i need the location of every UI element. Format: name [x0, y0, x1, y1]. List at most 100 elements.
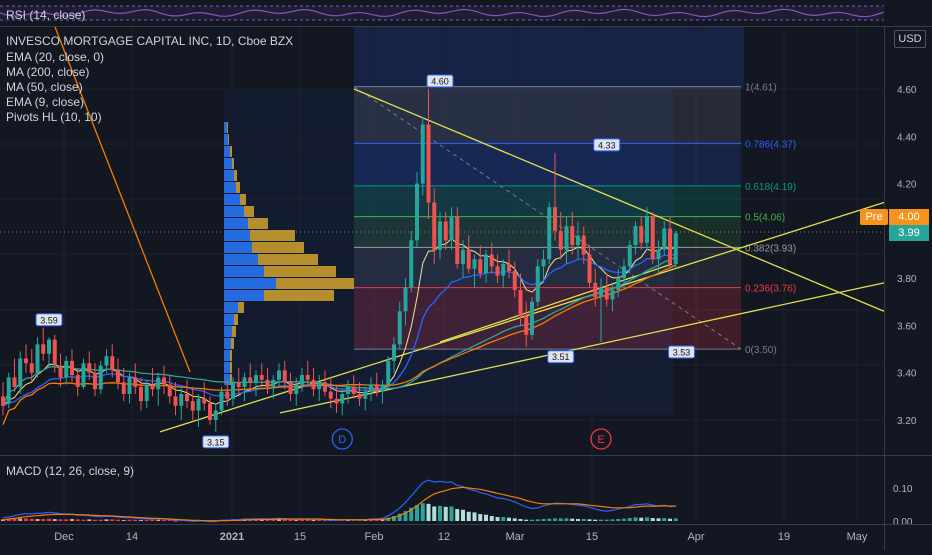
macd-legend[interactable]: MACD (12, 26, close, 9)	[6, 464, 134, 478]
indicator-ma200[interactable]: MA (200, close)	[6, 65, 89, 79]
currency-button[interactable]: USD	[894, 30, 926, 48]
candle-body-24	[139, 386, 143, 402]
candle-body-43	[248, 377, 253, 383]
candle-body-30	[173, 396, 178, 406]
vp-up-9	[224, 230, 250, 241]
macd-bar-14	[81, 519, 86, 521]
candle-body-53	[305, 375, 310, 380]
macd-bar-12	[70, 519, 74, 521]
fib-zone-5	[354, 287, 741, 350]
candle-body-115	[662, 228, 667, 250]
vp-down-16	[234, 314, 238, 325]
fib-label-6: 0(3.50)	[745, 345, 777, 356]
candle-body-76	[438, 221, 442, 250]
y-tick-1: 4.40	[897, 132, 917, 143]
candle-body-105	[604, 287, 609, 300]
candle-body-40	[231, 382, 235, 399]
macd-bar-83	[478, 514, 483, 521]
pivot-label-2: 4.60	[431, 77, 449, 87]
macd-bar-72	[415, 505, 419, 521]
candle-body-70	[403, 287, 408, 312]
candle-body-45	[259, 375, 264, 380]
vp-down-15	[238, 302, 244, 313]
macd-bar-100	[576, 519, 580, 521]
candle-body-0	[1, 396, 5, 406]
candle-body-116	[668, 228, 672, 264]
fib-label-1: 0.786(4.37)	[745, 139, 796, 150]
rsi-legend[interactable]: RSI (14, close)	[6, 8, 85, 22]
event-label-1[interactable]: E	[597, 434, 604, 446]
macd-bar-52	[300, 519, 304, 521]
candle-body-38	[219, 391, 224, 411]
pivot-label-4: 3.51	[552, 352, 570, 362]
price-chart[interactable]: 1(4.61) 0.786(4.37) 0.618(4.19) 0.5(4.06) 0.…	[0, 0, 932, 550]
candle-body-85	[489, 254, 494, 267]
vp-down-3	[232, 158, 234, 169]
macd-bar-87	[501, 517, 506, 521]
vp-down-4	[234, 170, 237, 181]
candle-body-31	[179, 393, 184, 406]
candle-body-11	[64, 360, 69, 378]
event-label-0[interactable]: D	[338, 434, 346, 446]
price-axis[interactable]: 4.60 4.40 4.20 4.00 3.80 3.60 3.40 3.20	[884, 27, 932, 550]
candle-body-1	[6, 377, 11, 404]
fib-zone-0	[354, 86, 741, 144]
macd-bar-17	[98, 519, 103, 521]
time-axis[interactable]: Dec 14 2021 15 Feb 12 Mar 15 Apr 19 May	[0, 524, 932, 544]
candle-body-17	[98, 365, 103, 390]
candle-body-71	[409, 240, 414, 288]
candle-body-65	[374, 384, 379, 392]
indicator-ema20[interactable]: EMA (20, close, 0)	[6, 50, 104, 64]
candle-body-103	[593, 282, 598, 298]
x-tick-10: May	[847, 531, 868, 543]
candle-body-54	[311, 379, 316, 390]
vp-down-5	[236, 182, 240, 193]
candle-body-9	[52, 339, 57, 366]
candle-body-100	[576, 235, 580, 246]
pivot-label-0: 3.59	[40, 315, 58, 325]
vp-down-2	[230, 146, 232, 157]
candle-body-63	[363, 391, 368, 399]
vp-down-13	[276, 278, 354, 289]
candle-body-22	[127, 377, 132, 394]
indicator-ma50[interactable]: MA (50, close)	[6, 80, 83, 94]
fibonacci-retracement[interactable]: 1(4.61) 0.786(4.37) 0.618(4.19) 0.5(4.06) 0.…	[353, 83, 796, 356]
x-tick-7: 15	[586, 531, 598, 543]
macd-bar-85	[489, 516, 494, 521]
candle-body-64	[369, 384, 373, 392]
x-tick-8: Apr	[687, 531, 704, 543]
candle-body-81	[466, 249, 471, 269]
candle-body-47	[271, 379, 276, 387]
macd-bar-76	[438, 505, 442, 521]
macd-tick-1: 0.00	[893, 517, 913, 528]
chart-stage[interactable]: 1(4.61) 0.786(4.37) 0.618(4.19) 0.5(4.06) 0.…	[0, 0, 932, 550]
macd-bar-88	[507, 517, 511, 521]
candle-body-58	[334, 398, 339, 404]
indicator-pivots[interactable]: Pivots HL (10, 10)	[6, 110, 102, 124]
rsi-pane	[0, 0, 932, 27]
macd-bar-3	[18, 518, 23, 521]
macd-bar-84	[484, 514, 488, 521]
vp-down-7	[244, 206, 254, 217]
vp-down-18	[231, 338, 234, 349]
candle-body-19	[110, 356, 115, 371]
candle-body-110	[633, 226, 638, 246]
candle-body-109	[627, 245, 632, 267]
indicator-ema9[interactable]: EMA (9, close)	[6, 95, 84, 109]
vp-down-17	[232, 326, 236, 337]
candle-body-91	[524, 315, 529, 335]
vp-up-4	[224, 170, 234, 181]
macd-bar-92	[530, 519, 534, 521]
premarket-tag: Pre	[860, 209, 888, 225]
signal-line	[2, 486, 676, 522]
macd-bar-82	[472, 512, 477, 521]
candle-body-82	[472, 259, 477, 269]
fib-label-0: 1(4.61)	[745, 83, 777, 94]
vp-down-9	[250, 230, 295, 241]
candle-body-21	[121, 382, 126, 394]
vp-down-20	[230, 362, 232, 373]
macd-bar-89	[512, 518, 517, 521]
candle-body-50	[288, 382, 293, 394]
x-tick-5: 12	[438, 531, 450, 543]
candle-body-111	[639, 226, 644, 243]
